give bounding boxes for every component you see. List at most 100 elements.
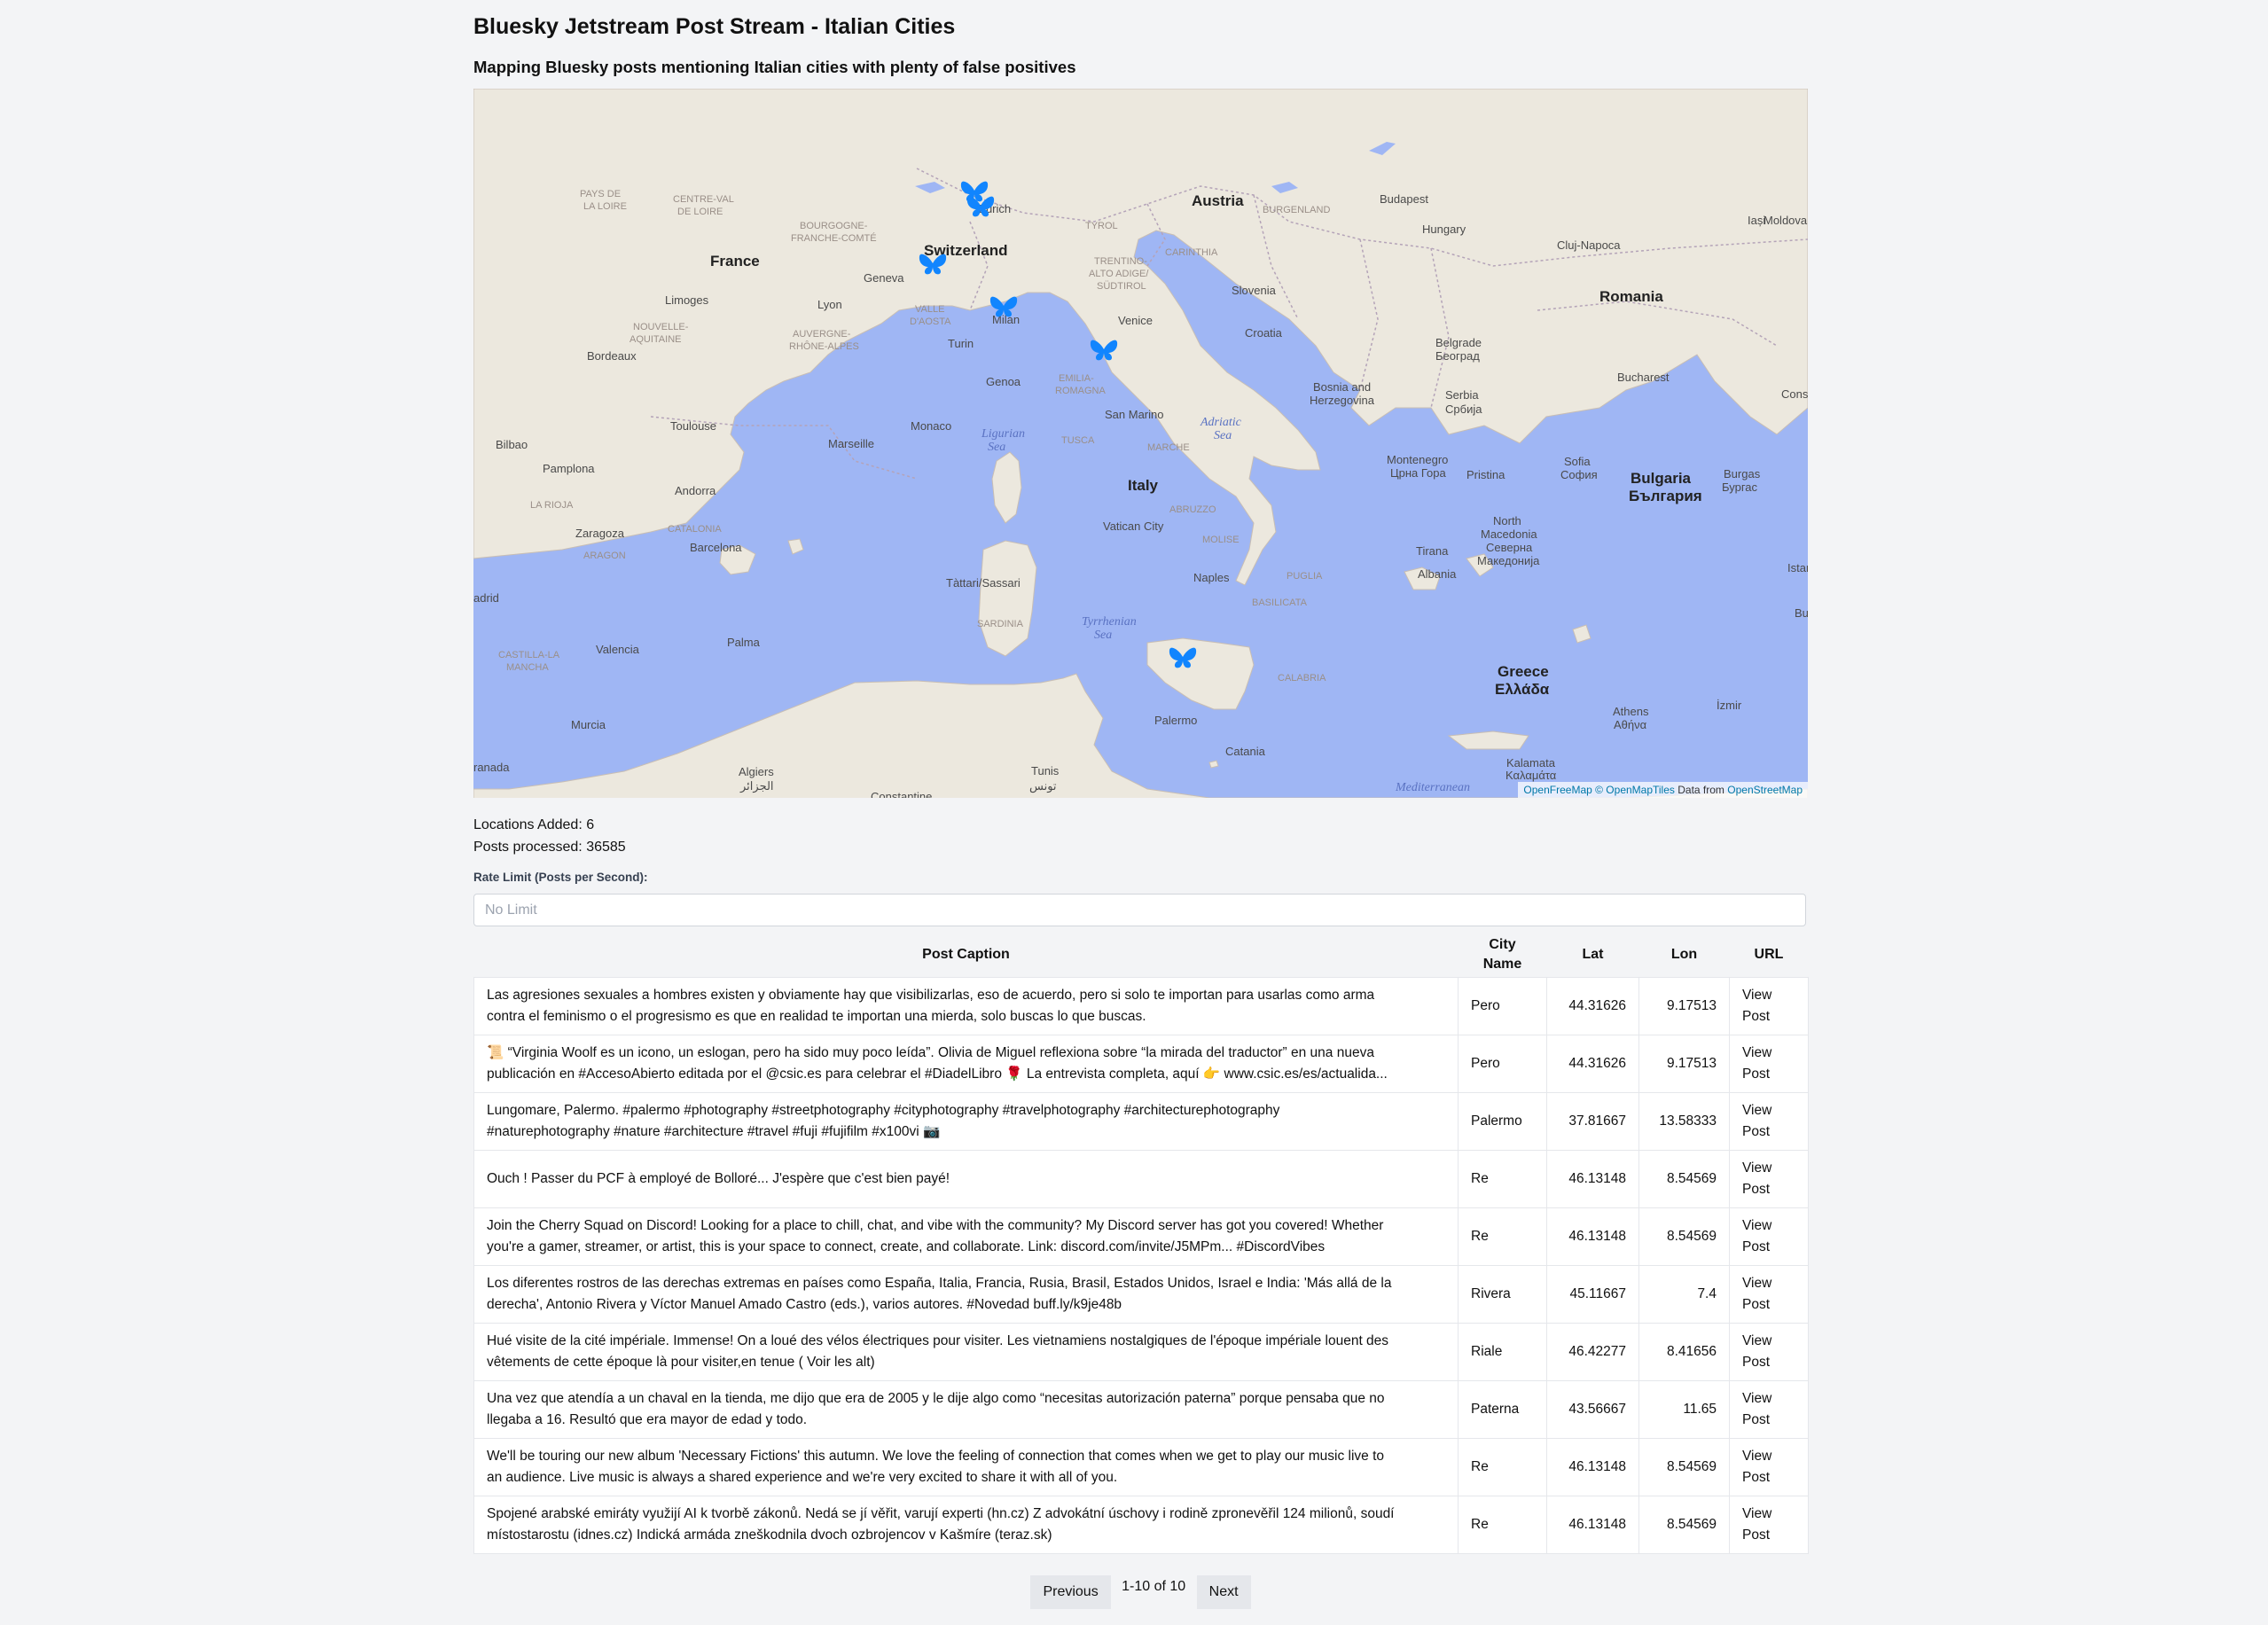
view-post-line[interactable]: View bbox=[1742, 1103, 1771, 1118]
attribution-osm-link[interactable]: OpenStreetMap bbox=[1727, 784, 1803, 796]
lon-cell: 9.17513 bbox=[1638, 977, 1730, 1035]
caption-line: publicación en #AccesoAbierto editada po… bbox=[487, 1066, 1388, 1082]
caption-line: Spojené arabské emiráty využijí AI k tvo… bbox=[487, 1506, 1395, 1521]
post-caption-cell: Ouch ! Passer du PCF à employé de Bollor… bbox=[473, 1150, 1459, 1208]
view-post-line[interactable]: View bbox=[1742, 1506, 1771, 1521]
view-post-link[interactable]: View Post bbox=[1729, 1207, 1809, 1266]
table-row: Los diferentes rostros de las derechas e… bbox=[473, 1265, 1809, 1324]
city-label: Pristina bbox=[1466, 468, 1505, 481]
view-post-link[interactable]: View Post bbox=[1729, 1035, 1809, 1093]
country-label: Србија bbox=[1445, 402, 1482, 416]
country-label: Switzerland bbox=[924, 242, 1007, 259]
view-post-line[interactable]: View bbox=[1742, 1045, 1771, 1060]
country-label: Serbia bbox=[1445, 388, 1479, 402]
country-label: Andorra bbox=[675, 484, 716, 497]
lon-cell: 11.65 bbox=[1638, 1380, 1730, 1439]
view-post-link[interactable]: View Post bbox=[1729, 977, 1809, 1035]
view-post-link[interactable]: View Post bbox=[1729, 1150, 1809, 1208]
sea-label: Sea bbox=[1214, 429, 1232, 442]
posts-table: Post Caption City Name Lat Lon URL Las ag… bbox=[473, 933, 1809, 1554]
view-post-line[interactable]: Post bbox=[1742, 1066, 1770, 1082]
city-label: Tàttari/Sassari bbox=[946, 576, 1021, 590]
city-label: Bucharest bbox=[1617, 371, 1670, 384]
attribution-openfreemap-link[interactable]: OpenFreeMap © OpenMapTiles bbox=[1523, 784, 1674, 796]
header-city-name: City Name bbox=[1459, 933, 1547, 978]
region-label: MARCHE bbox=[1147, 442, 1190, 453]
previous-button[interactable]: Previous bbox=[1030, 1575, 1111, 1609]
view-post-line[interactable]: View bbox=[1742, 1218, 1771, 1233]
posts-table-body: Las agresiones sexuales a hombres existe… bbox=[473, 977, 1809, 1554]
view-post-line[interactable]: View bbox=[1742, 1391, 1771, 1406]
map-canvas[interactable]: Austria France Switzerland Hungary Romania Sl… bbox=[473, 89, 1808, 798]
country-label: България bbox=[1629, 488, 1702, 504]
view-post-link[interactable]: View Post bbox=[1729, 1438, 1809, 1496]
view-post-line[interactable]: Post bbox=[1742, 1182, 1770, 1197]
region-label: RHÔNE-ALPES bbox=[789, 340, 859, 352]
view-post-link[interactable]: View Post bbox=[1729, 1496, 1809, 1554]
lon-cell: 9.17513 bbox=[1638, 1035, 1730, 1093]
city-label: Murcia bbox=[571, 718, 606, 731]
page-subtitle: Mapping Bluesky posts mentioning Italian… bbox=[473, 58, 1076, 76]
city-name-cell: Paterna bbox=[1458, 1380, 1547, 1439]
view-post-line[interactable]: View bbox=[1742, 988, 1771, 1003]
country-label: Italy bbox=[1128, 477, 1159, 494]
locations-added-value: 6 bbox=[586, 817, 595, 832]
attribution-text: Data from bbox=[1678, 784, 1724, 796]
lat-cell: 46.13148 bbox=[1546, 1207, 1639, 1266]
region-label: BASILICATA bbox=[1252, 598, 1308, 608]
view-post-link[interactable]: View Post bbox=[1729, 1265, 1809, 1324]
city-label: Valencia bbox=[596, 643, 640, 656]
table-row: Hué visite de la cité impériale. Immense… bbox=[473, 1323, 1809, 1381]
header-city-line2: Name bbox=[1482, 957, 1522, 972]
view-post-line[interactable]: Post bbox=[1742, 1297, 1770, 1312]
view-post-line[interactable]: View bbox=[1742, 1160, 1771, 1176]
map-view[interactable]: Austria France Switzerland Hungary Romania Sl… bbox=[473, 89, 1808, 798]
country-label: Северна bbox=[1486, 541, 1533, 554]
city-label: Istan bbox=[1787, 561, 1808, 574]
view-post-line[interactable]: Post bbox=[1742, 1470, 1770, 1485]
country-label: Hungary bbox=[1422, 223, 1466, 236]
view-post-line[interactable]: View bbox=[1742, 1333, 1771, 1348]
locations-added-stat: Locations Added: 6 bbox=[473, 814, 626, 836]
city-label: تونس bbox=[1029, 779, 1057, 793]
table-row: 📜 “Virginia Woolf es un icono, un esloga… bbox=[473, 1035, 1809, 1093]
region-label: CARINTHIA bbox=[1165, 247, 1218, 258]
city-name-cell: Riale bbox=[1458, 1323, 1547, 1381]
lon-cell: 8.41656 bbox=[1638, 1323, 1730, 1381]
lon-cell: 7.4 bbox=[1638, 1265, 1730, 1324]
city-label: adrid bbox=[473, 591, 499, 605]
region-label: D'AOSTA bbox=[910, 316, 951, 327]
region-label: TRENTINO- bbox=[1094, 256, 1147, 267]
country-label: Ελλάδα bbox=[1495, 681, 1550, 698]
view-post-link[interactable]: View Post bbox=[1729, 1092, 1809, 1151]
view-post-link[interactable]: View Post bbox=[1729, 1323, 1809, 1381]
view-post-line[interactable]: Post bbox=[1742, 1124, 1770, 1139]
region-label: MANCHA bbox=[506, 662, 549, 673]
next-button[interactable]: Next bbox=[1196, 1575, 1251, 1609]
lat-cell: 44.31626 bbox=[1546, 977, 1639, 1035]
header-lat: Lat bbox=[1582, 947, 1604, 962]
country-label: Vatican City bbox=[1103, 520, 1164, 533]
caption-line: místostarostu (idnes.cz) Indická armáda … bbox=[487, 1527, 1052, 1543]
view-post-line[interactable]: View bbox=[1742, 1276, 1771, 1291]
region-label: TYROL bbox=[1085, 221, 1118, 231]
lat-cell: 37.81667 bbox=[1546, 1092, 1639, 1151]
region-label: PUGLIA bbox=[1287, 571, 1323, 582]
city-label: İzmir bbox=[1717, 699, 1742, 712]
city-name-cell: Pero bbox=[1458, 1035, 1547, 1093]
view-post-line[interactable]: Post bbox=[1742, 1009, 1770, 1024]
region-label: SÜDTIROL bbox=[1097, 281, 1146, 292]
city-name-cell: Pero bbox=[1458, 977, 1547, 1035]
view-post-line[interactable]: Post bbox=[1742, 1527, 1770, 1543]
view-post-link[interactable]: View Post bbox=[1729, 1380, 1809, 1439]
view-post-line[interactable]: Post bbox=[1742, 1239, 1770, 1254]
view-post-line[interactable]: Post bbox=[1742, 1412, 1770, 1427]
view-post-line[interactable]: View bbox=[1742, 1449, 1771, 1464]
rate-limit-input[interactable] bbox=[473, 894, 1806, 926]
view-post-line[interactable]: Post bbox=[1742, 1355, 1770, 1370]
country-label: Monaco bbox=[911, 419, 951, 433]
region-label: PAYS DE bbox=[580, 189, 621, 199]
sea-label: Tyrrhenian bbox=[1082, 615, 1137, 629]
lon-cell: 8.54569 bbox=[1638, 1207, 1730, 1266]
region-label: AUVERGNE- bbox=[793, 329, 851, 340]
